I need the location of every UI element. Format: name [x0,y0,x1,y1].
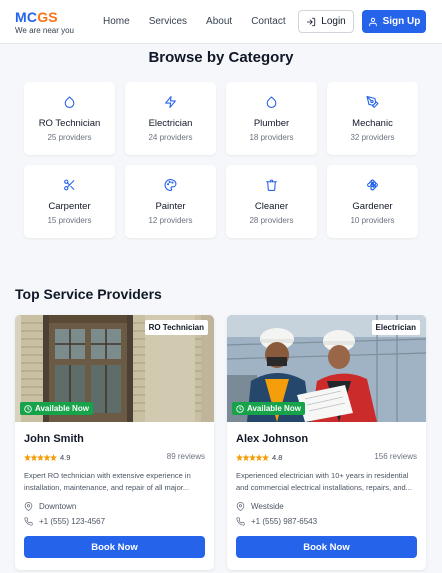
provider-card-alex-johnson: Electrician Available Now Alex Johnson 4… [227,315,426,570]
login-label: Login [321,16,346,27]
category-name: Plumber [253,118,290,129]
category-count: 28 providers [249,216,294,225]
phone-icon [236,517,245,526]
droplet-icon [64,96,75,108]
phone-icon [24,517,33,526]
clock-icon [24,404,32,413]
category-card-painter[interactable]: Painter 12 providers [125,165,216,238]
category-name: Painter [155,201,186,212]
tagline: We are near you [15,26,74,35]
nav-link-services[interactable]: Services [149,16,187,28]
category-name: Electrician [148,118,193,129]
category-count: 10 providers [350,216,395,225]
star-rating-icon [24,454,57,461]
category-count: 15 providers [47,216,92,225]
clock-icon [236,404,244,413]
pen-tool-icon [366,96,379,108]
trash-icon [266,179,277,191]
nav-links: Home Services About Contact [103,16,305,28]
category-card-gardener[interactable]: Gardener 10 providers [327,165,418,238]
category-card-electrician[interactable]: Electrician 24 providers [125,82,216,155]
zap-icon [165,96,176,108]
user-icon [368,17,377,26]
provider-photo: Electrician Available Now [227,315,426,422]
provider-name: Alex Johnson [236,433,309,445]
review-count: 156 reviews [374,452,417,461]
signup-label: Sign Up [382,16,421,27]
rating: 4.8 [236,453,282,462]
provider-phone: +1 (555) 123-4567 [24,517,105,526]
login-button[interactable]: Login [298,10,354,33]
categories-title: Browse by Category [148,49,294,66]
provider-location: Downtown [24,502,76,511]
navbar: MCGS We are near you Home Services About… [0,0,442,44]
category-count: 25 providers [47,133,92,142]
palette-icon [164,179,177,191]
category-name: Carpenter [48,201,91,212]
category-card-carpenter[interactable]: Carpenter 15 providers [24,165,115,238]
provider-description: Experienced electrician with 10+ years i… [236,471,412,492]
category-card-plumber[interactable]: Plumber 18 providers [226,82,317,155]
category-card-ro-technician[interactable]: RO Technician 25 providers [24,82,115,155]
logo[interactable]: MCGS [15,9,74,25]
availability-badge: Available Now [20,402,93,415]
category-name: Cleaner [254,201,289,212]
category-count: 32 providers [350,133,395,142]
provider-name: John Smith [24,433,84,445]
nav-link-contact[interactable]: Contact [251,16,285,28]
category-badge: RO Technician [144,320,208,335]
book-now-button[interactable]: Book Now [24,536,205,558]
scissors-icon [64,179,75,191]
category-name: RO Technician [38,118,101,129]
category-card-mechanic[interactable]: Mechanic 32 providers [327,82,418,155]
category-count: 18 providers [249,133,294,142]
review-count: 89 reviews [166,452,205,461]
category-count: 12 providers [148,216,193,225]
provider-photo: RO Technician Available Now [15,315,214,422]
category-card-cleaner[interactable]: Cleaner 28 providers [226,165,317,238]
rating-value: 4.8 [272,453,283,462]
provider-phone: +1 (555) 987-6543 [236,517,317,526]
provider-location: Westside [236,502,284,511]
star-rating-icon [236,454,269,461]
nav-link-about[interactable]: About [206,16,232,28]
brand[interactable]: MCGS We are near you [15,9,74,36]
provider-description: Expert RO technician with extensive expe… [24,471,191,492]
rating-value: 4.9 [60,453,71,462]
login-icon [307,17,316,26]
provider-card-john-smith: RO Technician Available Now John Smith 4… [15,315,214,570]
category-name: Gardener [352,201,393,212]
category-name: Mechanic [352,118,393,129]
category-count: 24 providers [148,133,193,142]
book-now-button[interactable]: Book Now [236,536,417,558]
availability-badge: Available Now [232,402,305,415]
droplet-icon [266,96,277,108]
signup-button[interactable]: Sign Up [362,10,426,33]
nav-link-home[interactable]: Home [103,16,130,28]
category-badge: Electrician [371,320,420,335]
providers-title: Top Service Providers [15,286,162,302]
rating: 4.9 [24,453,70,462]
map-pin-icon [236,502,245,511]
flower-icon [367,179,378,191]
category-grid: RO Technician 25 providers Electrician 2… [24,82,418,238]
map-pin-icon [24,502,33,511]
